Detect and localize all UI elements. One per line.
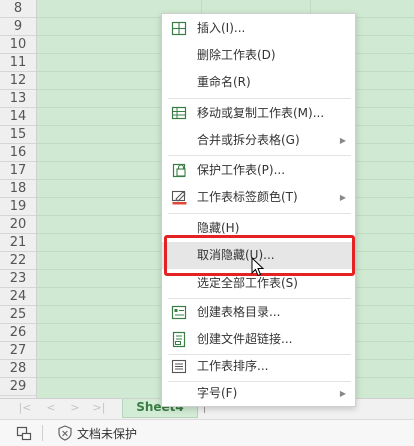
row-number[interactable]: 17	[0, 162, 36, 180]
prev-sheet-icon[interactable]: <	[44, 401, 58, 415]
menu-separator	[168, 98, 351, 99]
submenu-arrow-icon: ▶	[339, 193, 346, 202]
first-sheet-icon[interactable]: |<	[18, 401, 32, 415]
row-header: 8 9 10 11 12 13 14 15 16 17 18 19 20 21 …	[0, 0, 37, 398]
menu-item-label: 工作表标签颜色(T)	[197, 190, 298, 204]
row-number[interactable]: 29	[0, 378, 36, 396]
protection-label: 文档未保护	[77, 426, 138, 441]
sheet-context-menu: 插入(I)... 删除工作表(D) 重命名(R) 移动或复制工作表(M)... …	[161, 13, 356, 407]
status-bar: 文档未保护	[0, 419, 414, 446]
menu-item-label: 重命名(R)	[197, 75, 251, 89]
mouse-pointer-icon	[251, 257, 265, 277]
row-number[interactable]: 23	[0, 270, 36, 288]
row-number[interactable]: 18	[0, 180, 36, 198]
menu-separator	[168, 213, 351, 214]
insert-sheet-icon	[171, 21, 187, 36]
menu-item-merge-split[interactable]: 合并或拆分表格(G) ▶	[162, 127, 355, 154]
row-number[interactable]: 11	[0, 54, 36, 72]
move-copy-icon	[171, 106, 187, 120]
menu-item-delete-sheet[interactable]: 删除工作表(D)	[162, 42, 355, 69]
tab-color-icon	[171, 190, 187, 205]
row-number[interactable]: 25	[0, 306, 36, 324]
table-directory-icon	[171, 305, 187, 320]
menu-item-label: 合并或拆分表格(G)	[197, 133, 300, 147]
menu-item-label: 移动或复制工作表(M)...	[197, 106, 325, 120]
row-number[interactable]: 9	[0, 18, 36, 36]
menu-item-create-directory[interactable]: 创建表格目录...	[162, 299, 355, 326]
menu-item-label: 创建表格目录...	[197, 305, 281, 319]
menu-item-insert[interactable]: 插入(I)...	[162, 15, 355, 42]
menu-separator	[168, 155, 351, 156]
submenu-arrow-icon: ▶	[339, 389, 346, 398]
file-hyperlink-icon	[172, 331, 186, 348]
row-number[interactable]: 10	[0, 36, 36, 54]
last-sheet-icon[interactable]: >|	[92, 401, 106, 415]
menu-item-protect-sheet[interactable]: 保护工作表(P)...	[162, 157, 355, 184]
row-number[interactable]: 20	[0, 216, 36, 234]
next-sheet-icon[interactable]: >	[68, 401, 82, 415]
row-number[interactable]: 14	[0, 108, 36, 126]
row-number[interactable]: 24	[0, 288, 36, 306]
menu-item-sort-sheets[interactable]: 工作表排序...	[162, 353, 355, 380]
menu-item-label: 字号(F)	[197, 386, 238, 400]
status-divider	[42, 425, 43, 441]
menu-item-label: 工作表排序...	[197, 359, 269, 373]
menu-item-move-copy[interactable]: 移动或复制工作表(M)...	[162, 100, 355, 127]
row-number[interactable]: 26	[0, 324, 36, 342]
menu-item-label: 创建文件超链接...	[197, 332, 293, 346]
row-number[interactable]: 19	[0, 198, 36, 216]
row-number[interactable]: 12	[0, 72, 36, 90]
row-number[interactable]: 13	[0, 90, 36, 108]
menu-item-create-hyperlink[interactable]: 创建文件超链接...	[162, 326, 355, 353]
row-number[interactable]: 15	[0, 126, 36, 144]
menu-item-label: 删除工作表(D)	[197, 48, 276, 62]
row-number[interactable]: 8	[0, 0, 36, 18]
submenu-arrow-icon: ▶	[339, 136, 346, 145]
sheet-sort-icon	[171, 359, 187, 374]
menu-item-label: 保护工作表(P)...	[197, 163, 286, 177]
menu-item-font-size[interactable]: 字号(F) ▶	[162, 380, 355, 407]
row-number[interactable]: 27	[0, 342, 36, 360]
row-number[interactable]: 28	[0, 360, 36, 378]
menu-item-rename[interactable]: 重命名(R)	[162, 69, 355, 96]
row-number[interactable]: 21	[0, 234, 36, 252]
menu-item-tab-color[interactable]: 工作表标签颜色(T) ▶	[162, 184, 355, 211]
toolbox-icon[interactable]	[16, 425, 32, 441]
row-number[interactable]: 16	[0, 144, 36, 162]
row-number[interactable]: 22	[0, 252, 36, 270]
shield-icon	[58, 425, 72, 441]
document-protection-status[interactable]: 文档未保护	[58, 424, 137, 442]
menu-item-label: 插入(I)...	[197, 21, 246, 35]
protect-sheet-icon	[172, 163, 186, 178]
